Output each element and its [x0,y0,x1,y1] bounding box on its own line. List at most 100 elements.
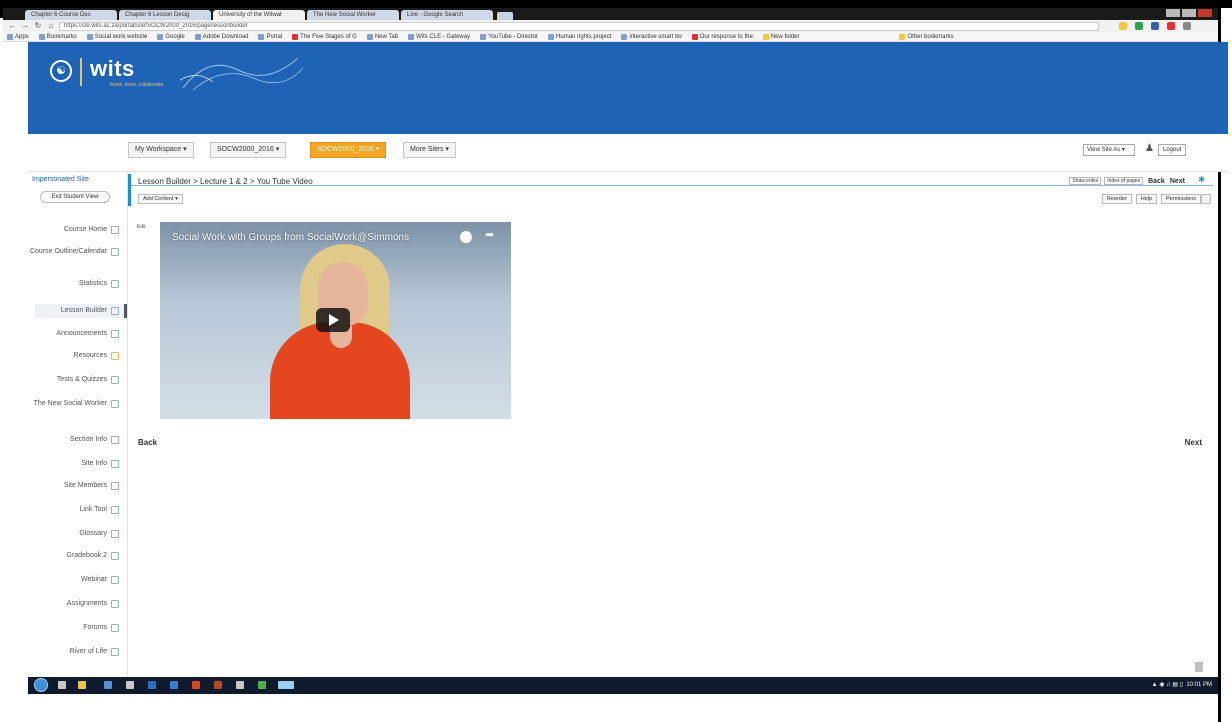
impersonated-site-title: Impersonated Site [32,176,89,183]
bookmark-item[interactable]: YouTube - Director [480,33,538,40]
sidebar-item-lesson-builder[interactable]: Lesson Builder [35,304,127,318]
bookmark-item[interactable]: Adobe Download [194,33,248,40]
taskbar-app-icon[interactable] [126,681,134,689]
logo-text[interactable]: wits [90,56,135,82]
bookmark-item[interactable]: New Tab [366,33,398,40]
sidebar-item-resources[interactable]: Resources [27,352,119,360]
bookmark-item[interactable]: Our response to the [691,33,753,40]
taskbar-app-icon[interactable] [236,681,244,689]
sidebar-item-forums[interactable]: Forums [27,624,119,632]
taskbar-app-icon[interactable] [58,681,66,689]
sidebar-item-section-info[interactable]: Section Info [27,436,119,444]
minimize-icon[interactable] [1166,9,1180,17]
bookmark-item[interactable]: Portal [258,33,282,40]
extension-icon[interactable] [1151,22,1159,30]
sidebar-item-label: Resources [73,352,107,359]
menu-icon[interactable] [1183,22,1191,30]
edit-link[interactable]: Edit [137,224,146,230]
more-sites-button[interactable]: More Sites ▾ [403,142,456,158]
taskbar-app-icon[interactable] [170,681,178,689]
exit-student-view-button[interactable]: Exit Student View [40,191,110,203]
sidebar-item-label: Course Home [63,226,107,233]
wits-seal-icon[interactable]: ☯ [50,60,72,82]
user-icon[interactable]: ♟ [1145,143,1154,154]
logout-button[interactable]: Logout [1158,144,1187,156]
sidebar-item-webinar[interactable]: Webinar [27,576,119,584]
site-tab-current[interactable]: SOCW2000_2016 ▾ [310,142,387,158]
site-tab-socw2000[interactable]: SOCW2000_2016 ▾ [210,142,287,158]
watch-later-icon[interactable] [460,231,472,243]
tray-icons[interactable]: ▲ ◉ ♫ ▤ ▯ [1152,682,1183,688]
browser-tab[interactable]: Live - Google Search [401,10,493,20]
reorder-button[interactable]: Reorder [1101,194,1132,204]
sidebar-item-link-tool[interactable]: Link Tool [27,506,119,514]
close-icon[interactable] [1198,9,1212,17]
share-icon[interactable]: ➦ [485,228,494,241]
start-button-icon[interactable] [34,678,48,692]
folder-icon[interactable] [78,681,86,689]
taskbar-app-icon[interactable] [278,681,294,689]
next-link-top[interactable]: Next [1170,178,1185,185]
bookmark-item[interactable]: Apps [7,33,29,40]
star-icon[interactable] [1119,22,1127,30]
sidebar-item-assignments[interactable]: Assignments [27,600,119,608]
url-field[interactable]: https://cle.wits.ac.za/portal/site/SOCW2… [59,21,1099,31]
my-workspace-button[interactable]: My Workspace ▾ [128,142,194,158]
browser-tab-active[interactable]: University of the Witwat [213,10,305,20]
show-index-button[interactable]: Show index [1069,177,1102,185]
sidebar-item-course-outline[interactable]: Course Outline/Calendar [27,248,119,256]
bookmark-item[interactable]: Other bookmarks [899,33,954,40]
bookmark-item[interactable]: Wits CLE - Gateway [408,33,470,40]
sidebar-item-site-info[interactable]: Site Info [27,460,119,468]
index-of-pages-button[interactable]: Index of pages [1104,177,1144,185]
chrome-icon[interactable] [258,681,266,689]
help-icon[interactable]: ✱ [1198,175,1205,184]
gear-icon[interactable] [1201,194,1211,204]
help-button[interactable]: Help [1135,194,1158,204]
back-arrow-icon[interactable]: ← [7,21,17,31]
sidebar-item-new-social-worker[interactable]: The New Social Worker [27,400,119,408]
permissions-button[interactable]: Permissions [1161,194,1201,204]
maximize-icon[interactable] [1182,9,1196,17]
reload-icon[interactable]: ↻ [33,21,43,31]
browser-tab[interactable]: The New Social Worker [307,10,399,20]
browser-tab[interactable]: Chapter 6 Lesson Desig [119,10,211,20]
sidebar-item-tests-quizzes[interactable]: Tests & Quizzes [27,376,119,384]
sidebar-item-river-of-life[interactable]: River of Life [27,648,119,656]
taskbar-app-icon[interactable] [104,681,112,689]
taskbar-app-icon[interactable] [214,681,222,689]
page-icon [621,33,628,40]
scrollbar-thumb[interactable] [1195,662,1203,672]
bookmark-item[interactable]: Bookmarks [38,33,77,40]
browser-tab[interactable]: Chapter 6 Course Des [25,10,117,20]
sidebar-item-announcements[interactable]: Announcements [27,330,119,338]
add-content-button[interactable]: Add Content ▾ [138,194,183,204]
back-link-top[interactable]: Back [1148,178,1165,185]
bookmark-item[interactable]: interactive smart bo [621,33,682,40]
bookmark-item[interactable]: The Five Stages of G [292,33,357,40]
back-link-bottom[interactable]: Back [138,438,157,447]
view-site-as-select[interactable]: View Site As ▾ [1083,144,1135,156]
extension-icon[interactable] [1167,22,1175,30]
sidebar-item-site-members[interactable]: Site Members [27,482,119,490]
forward-arrow-icon[interactable]: → [20,21,30,31]
sidebar-item-course-home[interactable]: Course Home [27,226,119,234]
new-tab-button[interactable] [497,12,513,20]
clock[interactable]: 10:01 PM [1186,682,1212,688]
play-icon[interactable] [316,308,350,332]
extension-icon[interactable] [1135,22,1143,30]
bookmark-item[interactable]: Google [157,33,185,40]
video-title[interactable]: Social Work with Groups from SocialWork@… [172,232,409,243]
bookmark-item[interactable]: Human rights project [548,33,611,40]
word-icon[interactable] [148,681,156,689]
bookmark-item[interactable]: Social work website [86,33,147,40]
bookmark-item[interactable]: New folder [762,33,799,40]
sidebar-item-glossary[interactable]: Glossary [27,530,119,538]
sidebar-item-gradebook[interactable]: Gradebook 2 [27,552,119,560]
home-icon[interactable]: ⌂ [46,21,56,31]
sidebar-item-statistics[interactable]: Statistics [27,280,119,288]
breadcrumb[interactable]: Lesson Builder > Lecture 1 & 2 > You Tub… [138,177,313,186]
next-link-bottom[interactable]: Next [1185,438,1202,447]
youtube-video-player[interactable]: Social Work with Groups from SocialWork@… [160,222,511,419]
powerpoint-icon[interactable] [192,681,200,689]
